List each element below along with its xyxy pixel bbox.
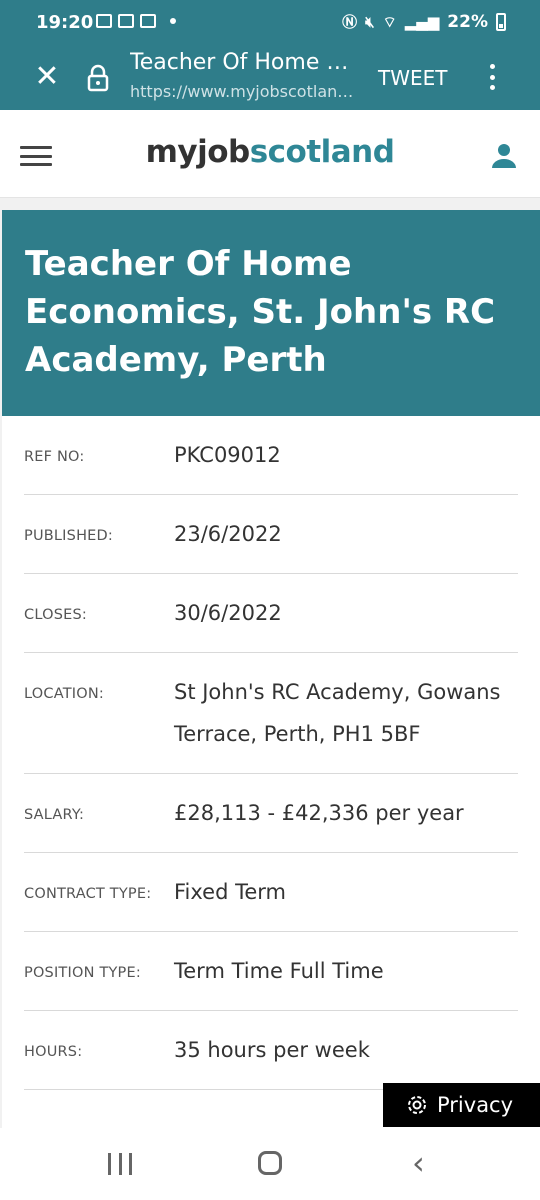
detail-value: St John's RC Academy, Gowans Terrace, Pe… <box>174 680 501 746</box>
home-icon[interactable] <box>258 1151 282 1175</box>
detail-label: HOURS: <box>24 1044 83 1060</box>
detail-label: LOCATION: <box>24 686 104 702</box>
logo-part-2: scotland <box>249 134 395 170</box>
detail-label: SALARY: <box>24 807 85 823</box>
detail-row-published: PUBLISHED: 23/6/2022 <box>24 495 518 574</box>
job-details: REF NO: PKC09012 PUBLISHED: 23/6/2022 CL… <box>2 416 540 1090</box>
detail-row-location: LOCATION: St John's RC Academy, Gowans T… <box>24 653 518 774</box>
lock-icon <box>87 64 109 92</box>
battery-percent: 22% <box>447 12 488 32</box>
close-icon[interactable]: ✕ <box>32 62 62 92</box>
detail-label: POSITION TYPE: <box>24 965 141 981</box>
wifi-icon: ⌔ <box>382 13 397 31</box>
detail-value: Term Time Full Time <box>174 959 384 983</box>
job-card: Teacher Of Home Economics, St. John's RC… <box>2 210 540 1128</box>
detail-row-closes: CLOSES: 30/6/2022 <box>24 574 518 653</box>
privacy-button[interactable]: Privacy <box>383 1083 540 1127</box>
detail-row-position-type: POSITION TYPE: Term Time Full Time <box>24 932 518 1011</box>
tweet-button[interactable]: TWEET <box>378 66 447 90</box>
notification-icons <box>96 14 176 28</box>
browser-page-title[interactable]: Teacher Of Home Economics, St. John's RC… <box>130 50 360 75</box>
detail-value: 35 hours per week <box>174 1038 370 1062</box>
browser-url[interactable]: https://www.myjobscotland.gov.uk <box>130 82 355 101</box>
detail-value: PKC09012 <box>174 443 281 467</box>
site-logo[interactable]: myjobscotland <box>0 134 540 170</box>
gallery-notification-icon <box>118 14 134 28</box>
site-header: myjobscotland <box>0 110 540 198</box>
recent-apps-icon[interactable] <box>108 1153 132 1175</box>
detail-label: CONTRACT TYPE: <box>24 886 152 902</box>
user-account-icon[interactable] <box>490 142 518 168</box>
page-content: Teacher Of Home Economics, St. John's RC… <box>0 198 540 1128</box>
browser-toolbar: ✕ Teacher Of Home Economics, St. John's … <box>0 46 540 110</box>
privacy-label: Privacy <box>437 1093 514 1117</box>
mute-icon: 🔇︎ <box>365 13 375 31</box>
signal-icon: ▂▄▆ <box>404 13 440 31</box>
status-bar: 19:20 Ⓝ 🔇︎ ⌔ ▂▄▆ 22% <box>0 0 540 46</box>
more-options-icon[interactable] <box>482 60 502 94</box>
system-nav-bar: ‹ <box>0 1128 540 1200</box>
detail-row-contract-type: CONTRACT TYPE: Fixed Term <box>24 853 518 932</box>
mail-notification-icon <box>96 14 112 28</box>
detail-row-ref: REF NO: PKC09012 <box>24 416 518 495</box>
detail-value: £28,113 - £42,336 per year <box>174 801 464 825</box>
detail-row-hours: HOURS: 35 hours per week <box>24 1011 518 1090</box>
job-title-banner: Teacher Of Home Economics, St. John's RC… <box>2 210 540 416</box>
detail-label: PUBLISHED: <box>24 528 113 544</box>
app-notification-icon <box>140 14 156 28</box>
detail-label: REF NO: <box>24 449 85 465</box>
detail-value: 30/6/2022 <box>174 601 282 625</box>
back-icon[interactable]: ‹ <box>412 1147 425 1179</box>
status-indicators: Ⓝ 🔇︎ ⌔ ▂▄▆ 22% <box>342 12 506 32</box>
logo-part-1: myjob <box>145 134 251 170</box>
gear-icon <box>408 1096 426 1114</box>
status-time: 19:20 <box>36 12 94 33</box>
battery-icon <box>496 13 506 31</box>
detail-label: CLOSES: <box>24 607 87 623</box>
detail-value: 23/6/2022 <box>174 522 282 546</box>
nfc-icon: Ⓝ <box>342 13 358 31</box>
detail-row-salary: SALARY: £28,113 - £42,336 per year <box>24 774 518 853</box>
job-title: Teacher Of Home Economics, St. John's RC… <box>25 244 496 380</box>
more-notifications-icon <box>170 18 176 24</box>
detail-value: Fixed Term <box>174 880 286 904</box>
